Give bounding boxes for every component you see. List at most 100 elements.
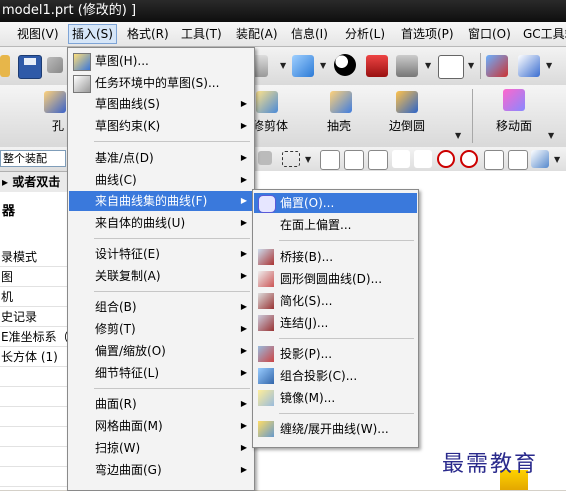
menu-item-combined-projection[interactable]: 组合投影(C)... xyxy=(254,366,417,386)
chevron-down-icon[interactable]: ▼ xyxy=(305,155,311,164)
menu-item-offset[interactable]: 偏置(O)... xyxy=(254,193,417,213)
menu-analysis[interactable]: 分析(L) xyxy=(342,25,388,43)
chevron-down-icon[interactable]: ▼ xyxy=(548,131,554,140)
new-file-icon[interactable] xyxy=(0,55,10,77)
menu-preferences[interactable]: 首选项(P) xyxy=(398,25,457,43)
snap-polyline-icon[interactable] xyxy=(508,150,528,170)
shading-icon[interactable] xyxy=(334,54,356,76)
navigator-row[interactable]: 图 xyxy=(0,267,68,287)
trim-body-icon[interactable] xyxy=(256,91,278,113)
menu-item-sketch[interactable]: 草图(H)... xyxy=(69,51,253,71)
menu-information[interactable]: 信息(I) xyxy=(288,25,331,43)
chevron-down-icon[interactable]: ▼ xyxy=(468,61,474,70)
menu-item-circular-blend[interactable]: 圆形倒圆曲线(D)... xyxy=(254,269,417,289)
edge-blend-icon[interactable] xyxy=(396,91,418,113)
menu-item-trim[interactable]: 修剪(T) ▶ xyxy=(69,319,253,339)
navigator-row[interactable]: E准坐标系（ xyxy=(0,327,68,347)
menu-separator xyxy=(94,388,250,389)
chevron-down-icon[interactable]: ▼ xyxy=(425,61,431,70)
watermark: 最需教育 xyxy=(442,452,539,477)
snap-endpoint-icon[interactable] xyxy=(320,150,340,170)
menu-item-associative-copy[interactable]: 关联复制(A) ▶ xyxy=(69,266,253,286)
move-face-label[interactable]: 移动面 xyxy=(496,117,532,134)
submenu-arrow-icon: ▶ xyxy=(240,346,247,355)
trim-body-label[interactable]: 修剪体 xyxy=(252,117,288,134)
navigator-row xyxy=(0,387,68,407)
cut-icon[interactable] xyxy=(47,57,63,73)
snap-point-icon[interactable] xyxy=(484,150,504,170)
shell-icon[interactable] xyxy=(330,91,352,113)
menu-item-sketch-constraint[interactable]: 草图约束(K) ▶ xyxy=(69,116,253,136)
navigator-row xyxy=(0,367,68,387)
navigator-row[interactable]: 机 xyxy=(0,287,68,307)
menu-tools[interactable]: 工具(T) xyxy=(178,25,225,43)
color-box-icon[interactable] xyxy=(438,55,464,79)
shell-label[interactable]: 抽壳 xyxy=(327,117,351,134)
cue-text: 或者双击 xyxy=(12,175,61,189)
menu-item-derived-curve[interactable]: 来自曲线集的曲线(F) ▶ xyxy=(69,191,253,211)
box-select-icon[interactable] xyxy=(282,151,300,167)
selection-scope-dropdown[interactable]: 整个装配 xyxy=(0,150,66,167)
toolbar-separator xyxy=(472,89,473,143)
rotate-icon[interactable] xyxy=(258,151,272,165)
chevron-down-icon[interactable]: ▼ xyxy=(320,61,326,70)
snap-midpoint-icon[interactable] xyxy=(344,150,364,170)
chevron-down-icon[interactable]: ▼ xyxy=(546,61,552,70)
snap-quadrant-icon[interactable] xyxy=(460,150,478,168)
menu-item-wrap-unwrap[interactable]: 缠绕/展开曲线(W)... xyxy=(254,419,417,439)
chevron-down-icon[interactable]: ▼ xyxy=(455,131,461,140)
move-object-icon[interactable] xyxy=(486,55,508,77)
menu-item-bridge[interactable]: 桥接(B)... xyxy=(254,247,417,267)
navigator-row[interactable]: 史记录 xyxy=(0,307,68,327)
snap-line-icon[interactable] xyxy=(368,150,388,170)
menu-item-sketch-curve[interactable]: 草图曲线(S) ▶ xyxy=(69,94,253,114)
cube-view-icon[interactable] xyxy=(292,55,314,77)
selection-scope-value: 整个装配 xyxy=(3,152,47,165)
menu-item-mesh-surface[interactable]: 网格曲面(M) ▶ xyxy=(69,416,253,436)
bridge-curve-icon xyxy=(258,249,274,265)
simplify-icon xyxy=(258,293,274,309)
menu-window[interactable]: 窗口(O) xyxy=(465,25,514,43)
snap-intersection-icon[interactable] xyxy=(414,150,432,168)
save-icon[interactable] xyxy=(18,55,42,79)
menu-insert[interactable]: 插入(S) xyxy=(68,24,117,44)
snap-curve-icon[interactable] xyxy=(392,150,410,168)
derived-curve-submenu: 偏置(O)... 在面上偏置... 桥接(B)... 圆形倒圆曲线(D)... … xyxy=(252,189,419,448)
menu-item-combine[interactable]: 组合(B) ▶ xyxy=(69,297,253,317)
chevron-down-icon[interactable]: ▼ xyxy=(280,61,286,70)
chevron-down-icon[interactable]: ▼ xyxy=(554,155,560,164)
menu-item-design-feature[interactable]: 设计特征(E) ▶ xyxy=(69,244,253,264)
menu-item-detail-feature[interactable]: 细节特征(L) ▶ xyxy=(69,363,253,383)
menu-item-offset-in-face[interactable]: 在面上偏置... xyxy=(254,215,417,235)
menu-item-offset-scale[interactable]: 偏置/缩放(O) ▶ xyxy=(69,341,253,361)
menu-item-sweep[interactable]: 扫掠(W) ▶ xyxy=(69,438,253,458)
snap-face-icon[interactable] xyxy=(531,150,549,168)
submenu-arrow-icon: ▶ xyxy=(240,249,247,258)
menu-item-curve-from-body[interactable]: 来自体的曲线(U) ▶ xyxy=(69,213,253,233)
hole-icon[interactable] xyxy=(44,91,66,113)
hole-label[interactable]: 孔 xyxy=(52,117,64,134)
menu-assembly[interactable]: 装配(A) xyxy=(233,25,281,43)
menu-item-datum-point[interactable]: 基准/点(D) ▶ xyxy=(69,148,253,168)
menu-separator xyxy=(94,291,250,292)
menu-item-curve[interactable]: 曲线(C) ▶ xyxy=(69,170,253,190)
menu-item-flange-surface[interactable]: 弯边曲面(G) ▶ xyxy=(69,460,253,480)
navigator-row[interactable]: 录模式 xyxy=(0,247,68,267)
show-hide-icon[interactable] xyxy=(366,55,388,77)
menu-item-surface[interactable]: 曲面(R) ▶ xyxy=(69,394,253,414)
wcs-icon[interactable] xyxy=(518,55,540,77)
hide-body-icon[interactable] xyxy=(396,55,418,77)
menu-item-simplify[interactable]: 简化(S)... xyxy=(254,291,417,311)
move-face-icon[interactable] xyxy=(503,89,525,111)
menu-view[interactable]: 视图(V) xyxy=(14,25,62,43)
menu-item-mirror[interactable]: 镜像(M)... xyxy=(254,388,417,408)
snap-center-icon[interactable] xyxy=(437,150,455,168)
menu-format[interactable]: 格式(R) xyxy=(124,25,172,43)
menu-item-sketch-in-task[interactable]: 任务环境中的草图(S)... xyxy=(69,73,253,93)
menu-gc-toolbox[interactable]: GC工具箱 xyxy=(520,25,566,43)
edge-blend-label[interactable]: 边倒圆 xyxy=(389,117,425,134)
menu-item-join[interactable]: 连结(J)... xyxy=(254,313,417,333)
navigator-row[interactable]: 长方体 (1) xyxy=(0,347,68,367)
submenu-arrow-icon: ▶ xyxy=(240,443,247,452)
menu-item-project[interactable]: 投影(P)... xyxy=(254,344,417,364)
